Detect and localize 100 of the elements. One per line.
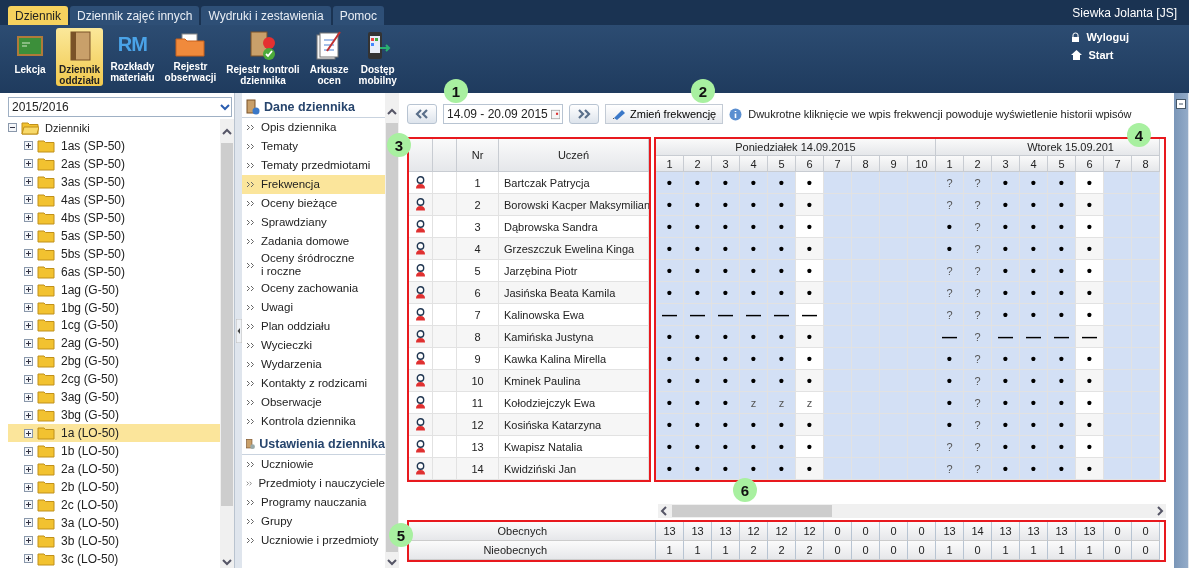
expand-icon[interactable]: [24, 177, 33, 187]
tree-item[interactable]: 2c (LO-50): [8, 496, 220, 514]
attendance-cell[interactable]: [880, 172, 908, 194]
expand-icon[interactable]: [24, 249, 33, 259]
expand-icon[interactable]: [24, 303, 33, 312]
attendance-cell[interactable]: ?: [936, 194, 964, 216]
attendance-cell[interactable]: •: [768, 414, 796, 436]
logout-link[interactable]: Wyloguj: [1071, 31, 1129, 43]
nav-item[interactable]: Wycieczki: [242, 336, 385, 355]
attendance-cell[interactable]: [824, 304, 852, 326]
tree-item[interactable]: 1bg (G-50): [8, 298, 220, 317]
attendance-cell[interactable]: ?: [964, 216, 992, 238]
attendance-cell[interactable]: •: [1020, 370, 1048, 392]
attendance-cell[interactable]: —: [1076, 326, 1104, 348]
attendance-cell[interactable]: •: [656, 458, 684, 480]
expand-icon[interactable]: [24, 356, 33, 366]
tree-item[interactable]: 4bs (SP-50): [8, 208, 220, 227]
attendance-cell[interactable]: •: [1048, 370, 1076, 392]
attendance-cell[interactable]: •: [656, 326, 684, 348]
attendance-cell[interactable]: ?: [964, 370, 992, 392]
attendance-cell[interactable]: [1104, 348, 1132, 370]
ribbon-button[interactable]: RM Rozkłady materiału: [107, 28, 158, 86]
attendance-cell[interactable]: •: [684, 458, 712, 480]
attendance-cell[interactable]: [824, 348, 852, 370]
attendance-cell[interactable]: •: [992, 436, 1020, 458]
attendance-cell[interactable]: ?: [936, 172, 964, 194]
attendance-cell[interactable]: •: [712, 216, 740, 238]
attendance-cell[interactable]: •: [656, 392, 684, 414]
expand-icon[interactable]: [24, 267, 33, 277]
tree-item[interactable]: 1a (LO-50): [8, 424, 220, 443]
attendance-cell[interactable]: [824, 436, 852, 458]
attendance-cell[interactable]: —: [656, 304, 684, 326]
expand-icon[interactable]: [24, 536, 33, 546]
attendance-cell[interactable]: •: [740, 326, 768, 348]
attendance-cell[interactable]: [1104, 392, 1132, 414]
attendance-cell[interactable]: •: [712, 260, 740, 282]
attendance-cell[interactable]: •: [992, 414, 1020, 436]
tree-item[interactable]: 3as (SP-50): [8, 172, 220, 191]
attendance-cell[interactable]: ?: [964, 194, 992, 216]
expand-icon[interactable]: [24, 285, 33, 295]
attendance-cell[interactable]: •: [740, 414, 768, 436]
attendance-cell[interactable]: •: [1076, 304, 1104, 326]
attendance-cell[interactable]: [824, 370, 852, 392]
attendance-cell[interactable]: •: [1076, 216, 1104, 238]
scrollbar-thumb[interactable]: [672, 505, 832, 517]
attendance-cell[interactable]: •: [1076, 414, 1104, 436]
attendance-cell[interactable]: •: [1048, 436, 1076, 458]
attendance-cell[interactable]: •: [684, 194, 712, 216]
date-range-field[interactable]: 14.09 - 20.09 2015: [443, 104, 563, 124]
scrollbar[interactable]: [220, 119, 234, 568]
tree-item[interactable]: 2as (SP-50): [8, 154, 220, 173]
attendance-cell[interactable]: ?: [964, 458, 992, 480]
attendance-cell[interactable]: •: [1020, 392, 1048, 414]
attendance-cell[interactable]: •: [1020, 304, 1048, 326]
attendance-cell[interactable]: •: [740, 238, 768, 260]
expand-icon[interactable]: [24, 374, 33, 384]
attendance-cell[interactable]: •: [796, 172, 824, 194]
attendance-cell[interactable]: •: [656, 238, 684, 260]
attendance-cell[interactable]: [824, 172, 852, 194]
attendance-cell[interactable]: •: [712, 414, 740, 436]
attendance-cell[interactable]: [1104, 370, 1132, 392]
attendance-cell[interactable]: [1104, 436, 1132, 458]
attendance-cell[interactable]: [1132, 304, 1160, 326]
year-select[interactable]: 2015/2016: [8, 97, 232, 117]
attendance-cell[interactable]: •: [1020, 238, 1048, 260]
tree-item[interactable]: 3b (LO-50): [8, 531, 220, 550]
expand-icon[interactable]: [24, 338, 33, 348]
attendance-cell[interactable]: [824, 260, 852, 282]
attendance-cell[interactable]: •: [684, 260, 712, 282]
expand-icon[interactable]: [24, 410, 33, 420]
attendance-cell[interactable]: [1104, 172, 1132, 194]
attendance-cell[interactable]: •: [712, 458, 740, 480]
attendance-cell[interactable]: •: [1048, 414, 1076, 436]
attendance-cell[interactable]: [1104, 282, 1132, 304]
expand-icon[interactable]: [24, 518, 33, 528]
attendance-cell[interactable]: •: [768, 238, 796, 260]
attendance-cell[interactable]: •: [1020, 194, 1048, 216]
attendance-cell[interactable]: [1132, 194, 1160, 216]
attendance-cell[interactable]: •: [740, 172, 768, 194]
attendance-cell[interactable]: —: [936, 326, 964, 348]
expand-icon[interactable]: [24, 213, 33, 223]
attendance-cell[interactable]: [852, 172, 880, 194]
nav-item[interactable]: Kontrola dziennika: [242, 412, 385, 431]
attendance-cell[interactable]: [1104, 458, 1132, 480]
attendance-cell[interactable]: •: [992, 304, 1020, 326]
attendance-cell[interactable]: •: [796, 216, 824, 238]
nav-item[interactable]: Tematy: [242, 137, 385, 156]
attendance-cell[interactable]: ?: [936, 260, 964, 282]
attendance-cell[interactable]: •: [740, 370, 768, 392]
attendance-cell[interactable]: •: [656, 348, 684, 370]
tree-item[interactable]: 2bg (G-50): [8, 352, 220, 371]
attendance-cell[interactable]: [908, 172, 936, 194]
attendance-cell[interactable]: —: [1020, 326, 1048, 348]
attendance-cell[interactable]: [824, 194, 852, 216]
attendance-cell[interactable]: •: [1020, 260, 1048, 282]
attendance-cell[interactable]: •: [1048, 172, 1076, 194]
expand-icon[interactable]: [24, 446, 33, 456]
nav-item[interactable]: Uczniowie i przedmioty: [242, 531, 385, 550]
attendance-cell[interactable]: —: [740, 304, 768, 326]
attendance-cell[interactable]: •: [1076, 392, 1104, 414]
